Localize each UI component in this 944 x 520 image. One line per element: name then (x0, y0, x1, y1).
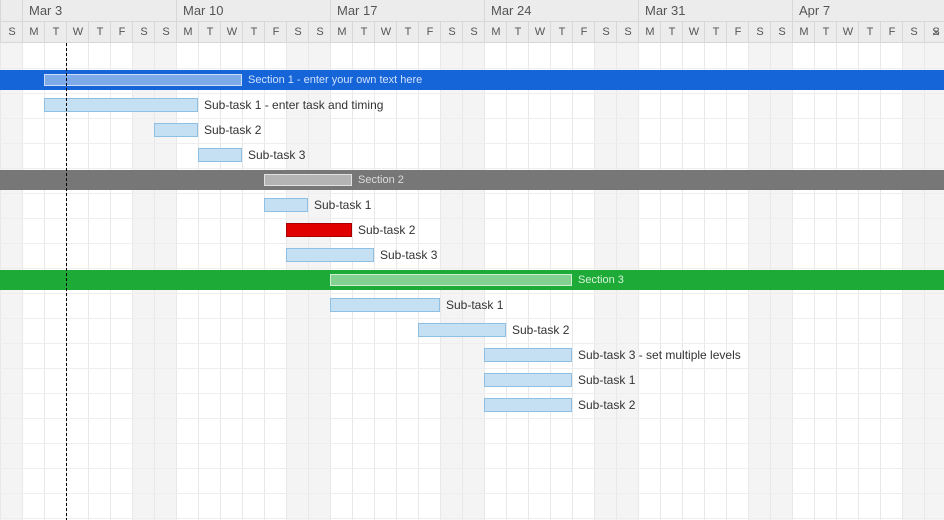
day-label: M (22, 22, 45, 43)
day-label: M (176, 22, 199, 43)
day-label: S (154, 22, 177, 43)
day-label: T (352, 22, 375, 43)
close-icon[interactable]: × (932, 24, 940, 40)
week-label: Mar 10 (176, 0, 337, 21)
task-bar[interactable] (286, 248, 374, 262)
section-label: Section 2 (358, 170, 404, 190)
day-label: M (638, 22, 661, 43)
day-label: W (528, 22, 551, 43)
week-label: Mar 31 (638, 0, 799, 21)
week-label: Mar 24 (484, 0, 645, 21)
day-label: T (858, 22, 881, 43)
section-row[interactable]: Section 1 - enter your own text here (0, 70, 944, 90)
day-label: F (572, 22, 595, 43)
day-label: S (770, 22, 793, 43)
task-bar[interactable] (198, 148, 242, 162)
task-label: Sub-task 3 - set multiple levels (578, 348, 741, 362)
day-label: T (814, 22, 837, 43)
day-label: T (44, 22, 67, 43)
day-label: W (374, 22, 397, 43)
task-bar[interactable] (44, 98, 198, 112)
week-label: Apr 7 (792, 0, 944, 21)
section-label: Section 1 - enter your own text here (248, 70, 422, 90)
day-label: T (88, 22, 111, 43)
day-label: F (110, 22, 133, 43)
day-label: F (418, 22, 441, 43)
day-label: W (220, 22, 243, 43)
day-label: S (462, 22, 485, 43)
today-line (66, 43, 67, 520)
timeline-header: Mar 3Mar 10Mar 17Mar 24Mar 31Apr 7 SMTWT… (0, 0, 944, 43)
task-bar[interactable] (264, 198, 308, 212)
day-label: S (594, 22, 617, 43)
week-label: Mar 3 (22, 0, 183, 21)
task-label: Sub-task 2 (358, 223, 415, 237)
day-label: S (0, 22, 23, 43)
day-label: S (748, 22, 771, 43)
task-bar[interactable] (286, 223, 352, 237)
day-label: M (330, 22, 353, 43)
section-row[interactable]: Section 2 (0, 170, 944, 190)
task-label: Sub-task 2 (204, 123, 261, 137)
day-label: T (198, 22, 221, 43)
day-label: F (880, 22, 903, 43)
day-label: T (396, 22, 419, 43)
day-label: S (616, 22, 639, 43)
task-label: Sub-task 2 (512, 323, 569, 337)
day-label: S (308, 22, 331, 43)
day-label: S (132, 22, 155, 43)
day-label: M (792, 22, 815, 43)
gantt-body[interactable]: Section 1 - enter your own text here Sub-… (0, 43, 944, 520)
day-label: T (550, 22, 573, 43)
week-row: Mar 3Mar 10Mar 17Mar 24Mar 31Apr 7 (0, 0, 944, 22)
day-label: W (682, 22, 705, 43)
day-label: F (264, 22, 287, 43)
day-label: T (506, 22, 529, 43)
task-bar[interactable] (418, 323, 506, 337)
task-label: Sub-task 2 (578, 398, 635, 412)
task-label: Sub-task 1 (446, 298, 503, 312)
section-bar[interactable] (44, 74, 242, 86)
task-label: Sub-task 3 (380, 248, 437, 262)
day-label: F (726, 22, 749, 43)
task-bar[interactable] (330, 298, 440, 312)
section-row[interactable]: Section 3 (0, 270, 944, 290)
task-label: Sub-task 1 (314, 198, 371, 212)
task-bar[interactable] (484, 398, 572, 412)
task-label: Sub-task 3 (248, 148, 305, 162)
day-label: M (484, 22, 507, 43)
section-bar[interactable] (264, 174, 352, 186)
task-bar[interactable] (484, 373, 572, 387)
gantt-chart: Mar 3Mar 10Mar 17Mar 24Mar 31Apr 7 SMTWT… (0, 0, 944, 520)
task-label: Sub-task 1 (578, 373, 635, 387)
week-label: Mar 17 (330, 0, 491, 21)
day-label: T (242, 22, 265, 43)
day-label: T (660, 22, 683, 43)
day-label: S (286, 22, 309, 43)
day-label: W (66, 22, 89, 43)
section-label: Section 3 (578, 270, 624, 290)
task-bar[interactable] (484, 348, 572, 362)
day-row: SMTWTFSSMTWTFSSMTWTFSSMTWTFSSMTWTFSSMTWT… (0, 22, 944, 43)
task-bar[interactable] (154, 123, 198, 137)
day-label: S (440, 22, 463, 43)
day-label: W (836, 22, 859, 43)
day-label: T (704, 22, 727, 43)
day-label: S (902, 22, 925, 43)
section-bar[interactable] (330, 274, 572, 286)
task-label: Sub-task 1 - enter task and timing (204, 98, 383, 112)
